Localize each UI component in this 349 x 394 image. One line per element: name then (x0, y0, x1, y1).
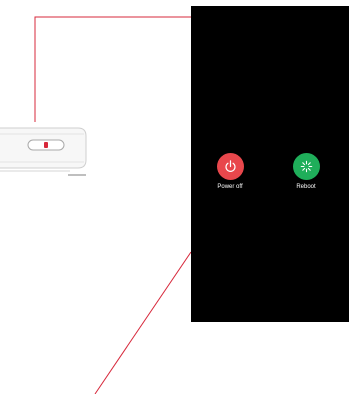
power-off-option[interactable]: Power off (200, 153, 260, 191)
device-side-illustration (0, 127, 87, 176)
reboot-option[interactable]: Reboot (276, 153, 336, 191)
power-off-button[interactable] (216, 153, 244, 180)
callout-line-bottom (94, 251, 192, 394)
phone-screen: Power off Reboot (191, 6, 349, 322)
power-icon (224, 160, 236, 172)
reboot-button[interactable] (292, 153, 320, 180)
power-key-indicator (44, 142, 48, 148)
refresh-spinner-icon (300, 160, 312, 173)
power-off-label: Power off (217, 184, 243, 190)
callout-line-top (34, 16, 191, 122)
reboot-label: Reboot (296, 184, 316, 190)
